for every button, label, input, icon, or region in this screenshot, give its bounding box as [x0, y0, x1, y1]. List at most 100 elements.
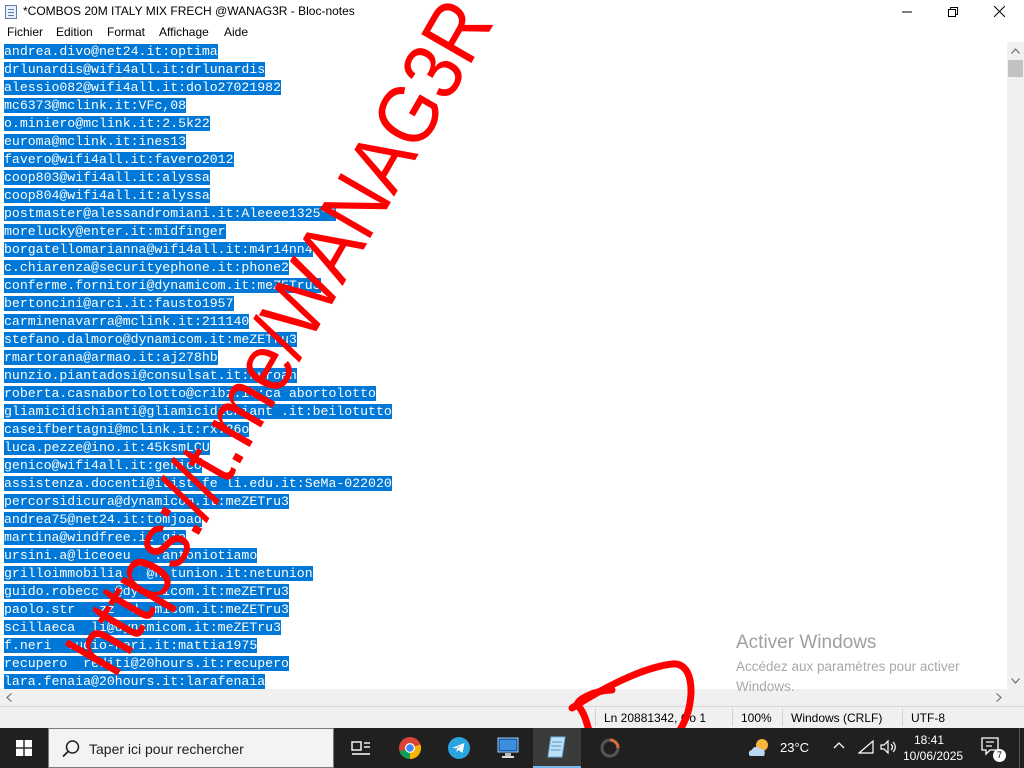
scroll-down-button[interactable] — [1007, 672, 1024, 689]
selected-text: grilloimmobilia @n tunion.it:netunion — [4, 566, 313, 581]
taskbar-loading-app[interactable] — [586, 728, 634, 768]
menu-format[interactable]: Format — [107, 25, 145, 39]
remote-desktop-icon — [497, 737, 519, 758]
notepad-app-icon — [5, 5, 17, 19]
close-button[interactable] — [976, 0, 1022, 23]
scroll-up-button[interactable] — [1007, 42, 1024, 59]
editor-line: alessio082@wifi4all.it:dolo27021982 — [4, 79, 392, 97]
scrollbar-corner — [1007, 689, 1024, 706]
status-separator — [732, 709, 733, 726]
selected-text: martina@windfree.it gin — [4, 530, 187, 545]
windows-logo-icon — [16, 740, 32, 756]
scroll-left-button[interactable] — [0, 689, 17, 706]
weather-temperature[interactable]: 23°C — [780, 740, 809, 755]
editor-line: stefano.dalmoro@dynamicom.it:meZETru3 — [4, 331, 392, 349]
menu-aide[interactable]: Aide — [224, 25, 248, 39]
selected-text: o.miniero@mclink.it:2.5k22 — [4, 116, 210, 131]
status-separator — [595, 709, 596, 726]
selected-text: lara.fenaia@20hours.it:larafenaia — [4, 674, 266, 689]
editor-line: borgatellomarianna@wifi4all.it:m4r14nn4 — [4, 241, 392, 259]
editor-line: genico@wifi4all.it:genico — [4, 457, 392, 475]
close-icon — [993, 6, 1005, 17]
task-view-icon — [351, 741, 370, 755]
selected-text: postmaster@alessandromiani.it:Aleeee1325… — [4, 206, 337, 221]
selected-text: gliamicidichianti@gliamicidichiant .it:b… — [4, 404, 392, 419]
taskbar-telegram[interactable] — [435, 728, 483, 768]
editor-line: f.neri tudio-neri.it:mattia1975 — [4, 637, 392, 655]
selected-text: scillaeca li@dynamicom.it:meZETru3 — [4, 620, 281, 635]
clock-date[interactable]: 10/06/2025 — [903, 749, 963, 763]
taskbar-search-box[interactable]: Taper ici pour rechercher — [48, 728, 334, 768]
selected-text: genico@wifi4all.it:genico — [4, 458, 202, 473]
editor-line: ursini.a@liceoeu :antoniotiamo — [4, 547, 392, 565]
selected-text: favero@wifi4all.it:favero2012 — [4, 152, 234, 167]
selected-text: mc6373@mclink.it:VFc,08 — [4, 98, 187, 113]
taskbar-chrome[interactable] — [386, 728, 434, 768]
editor-line: rmartorana@armao.it:aj278hb — [4, 349, 392, 367]
start-button[interactable] — [0, 728, 48, 768]
editor-line: coop803@wifi4all.it:alyssa — [4, 169, 392, 187]
clock-time[interactable]: 18:41 — [907, 733, 951, 747]
selected-text: rmartorana@armao.it:aj278hb — [4, 350, 218, 365]
window-title: *COMBOS 20M ITALY MIX FRECH @WANAG3R - B… — [23, 4, 355, 18]
telegram-icon — [448, 737, 470, 759]
editor-line: luca.pezze@ino.it:45ksmLCU — [4, 439, 392, 457]
selected-text: conferme.fornitori@dynamicom.it:meZETru3 — [4, 278, 321, 293]
minimize-button[interactable] — [884, 0, 930, 23]
taskbar: Taper ici pour rechercher 23°C 18:41 10/… — [0, 728, 1024, 768]
volume-icon[interactable] — [880, 739, 898, 755]
activate-windows-title: Activer Windows — [736, 632, 877, 653]
title-bar[interactable]: *COMBOS 20M ITALY MIX FRECH @WANAG3R - B… — [0, 0, 1024, 23]
menu-fichier[interactable]: Fichier — [7, 25, 43, 39]
selected-text: borgatellomarianna@wifi4all.it:m4r14nn4 — [4, 242, 313, 257]
selected-text: nunzio.piantadosi@consulsat.it:nuroan — [4, 368, 297, 383]
status-separator — [902, 709, 903, 726]
text-editor[interactable]: andrea.divo@net24.it:optima drlunardis@wi… — [0, 42, 1007, 689]
editor-line: roberta.casnabortolotto@cribz.it:ca abor… — [4, 385, 392, 403]
vertical-scrollbar[interactable] — [1007, 42, 1024, 689]
menu-affichage[interactable]: Affichage — [159, 25, 209, 39]
editor-line: favero@wifi4all.it:favero2012 — [4, 151, 392, 169]
search-placeholder: Taper ici pour rechercher — [89, 741, 244, 757]
editor-line: andrea.divo@net24.it:optima — [4, 43, 392, 61]
weather-icon[interactable] — [746, 736, 774, 760]
restore-icon — [948, 6, 958, 17]
taskbar-notepad[interactable] — [533, 728, 581, 768]
chevron-left-icon — [5, 693, 12, 702]
minimize-icon — [902, 11, 912, 12]
selected-text: andrea75@net24.it:tomjoad — [4, 512, 202, 527]
editor-line: coop804@wifi4all.it:alyssa — [4, 187, 392, 205]
chrome-icon — [399, 737, 422, 760]
selected-text: drlunardis@wifi4all.it:drlunardis — [4, 62, 266, 77]
editor-line: morelucky@enter.it:midfinger — [4, 223, 392, 241]
search-icon — [62, 740, 80, 758]
editor-line: conferme.fornitori@dynamicom.it:meZETru3 — [4, 277, 392, 295]
editor-line: caseifbertagni@mclink.it:rx.26o — [4, 421, 392, 439]
selected-text: coop804@wifi4all.it:alyssa — [4, 188, 210, 203]
editor-line: recupero rediti@20hours.it:recupero — [4, 655, 392, 673]
chevron-down-icon — [1011, 677, 1020, 684]
taskbar-remote-desktop[interactable] — [484, 728, 532, 768]
status-cursor-position: Ln 20881342, Co 1 — [604, 711, 707, 725]
editor-lines: andrea.divo@net24.it:optima drlunardis@wi… — [4, 43, 392, 689]
editor-line: euroma@mclink.it:ines13 — [4, 133, 392, 151]
selected-text: roberta.casnabortolotto@cribz.it:ca abor… — [4, 386, 376, 401]
editor-line: grilloimmobilia @n tunion.it:netunion — [4, 565, 392, 583]
status-line-ending: Windows (CRLF) — [791, 711, 883, 725]
network-icon[interactable] — [858, 739, 874, 755]
chevron-up-icon[interactable] — [832, 738, 846, 752]
status-bar: Ln 20881342, Co 1 100% Windows (CRLF) UT… — [0, 706, 1024, 728]
editor-line: gliamicidichianti@gliamicidichiant .it:b… — [4, 403, 392, 421]
chevron-up-icon — [1011, 47, 1020, 54]
show-desktop-button[interactable] — [1019, 728, 1024, 768]
vertical-scroll-thumb[interactable] — [1008, 60, 1023, 77]
menu-edition[interactable]: Edition — [56, 25, 93, 39]
editor-line: scillaeca li@dynamicom.it:meZETru3 — [4, 619, 392, 637]
editor-line: postmaster@alessandromiani.it:Aleeee1325… — [4, 205, 392, 223]
editor-line: o.miniero@mclink.it:2.5k22 — [4, 115, 392, 133]
editor-line: bertoncini@arci.it:fausto1957 — [4, 295, 392, 313]
restore-button[interactable] — [930, 0, 976, 23]
notepad-icon — [547, 736, 566, 758]
editor-line: mc6373@mclink.it:VFc,08 — [4, 97, 392, 115]
taskbar-task-view[interactable] — [337, 728, 385, 768]
